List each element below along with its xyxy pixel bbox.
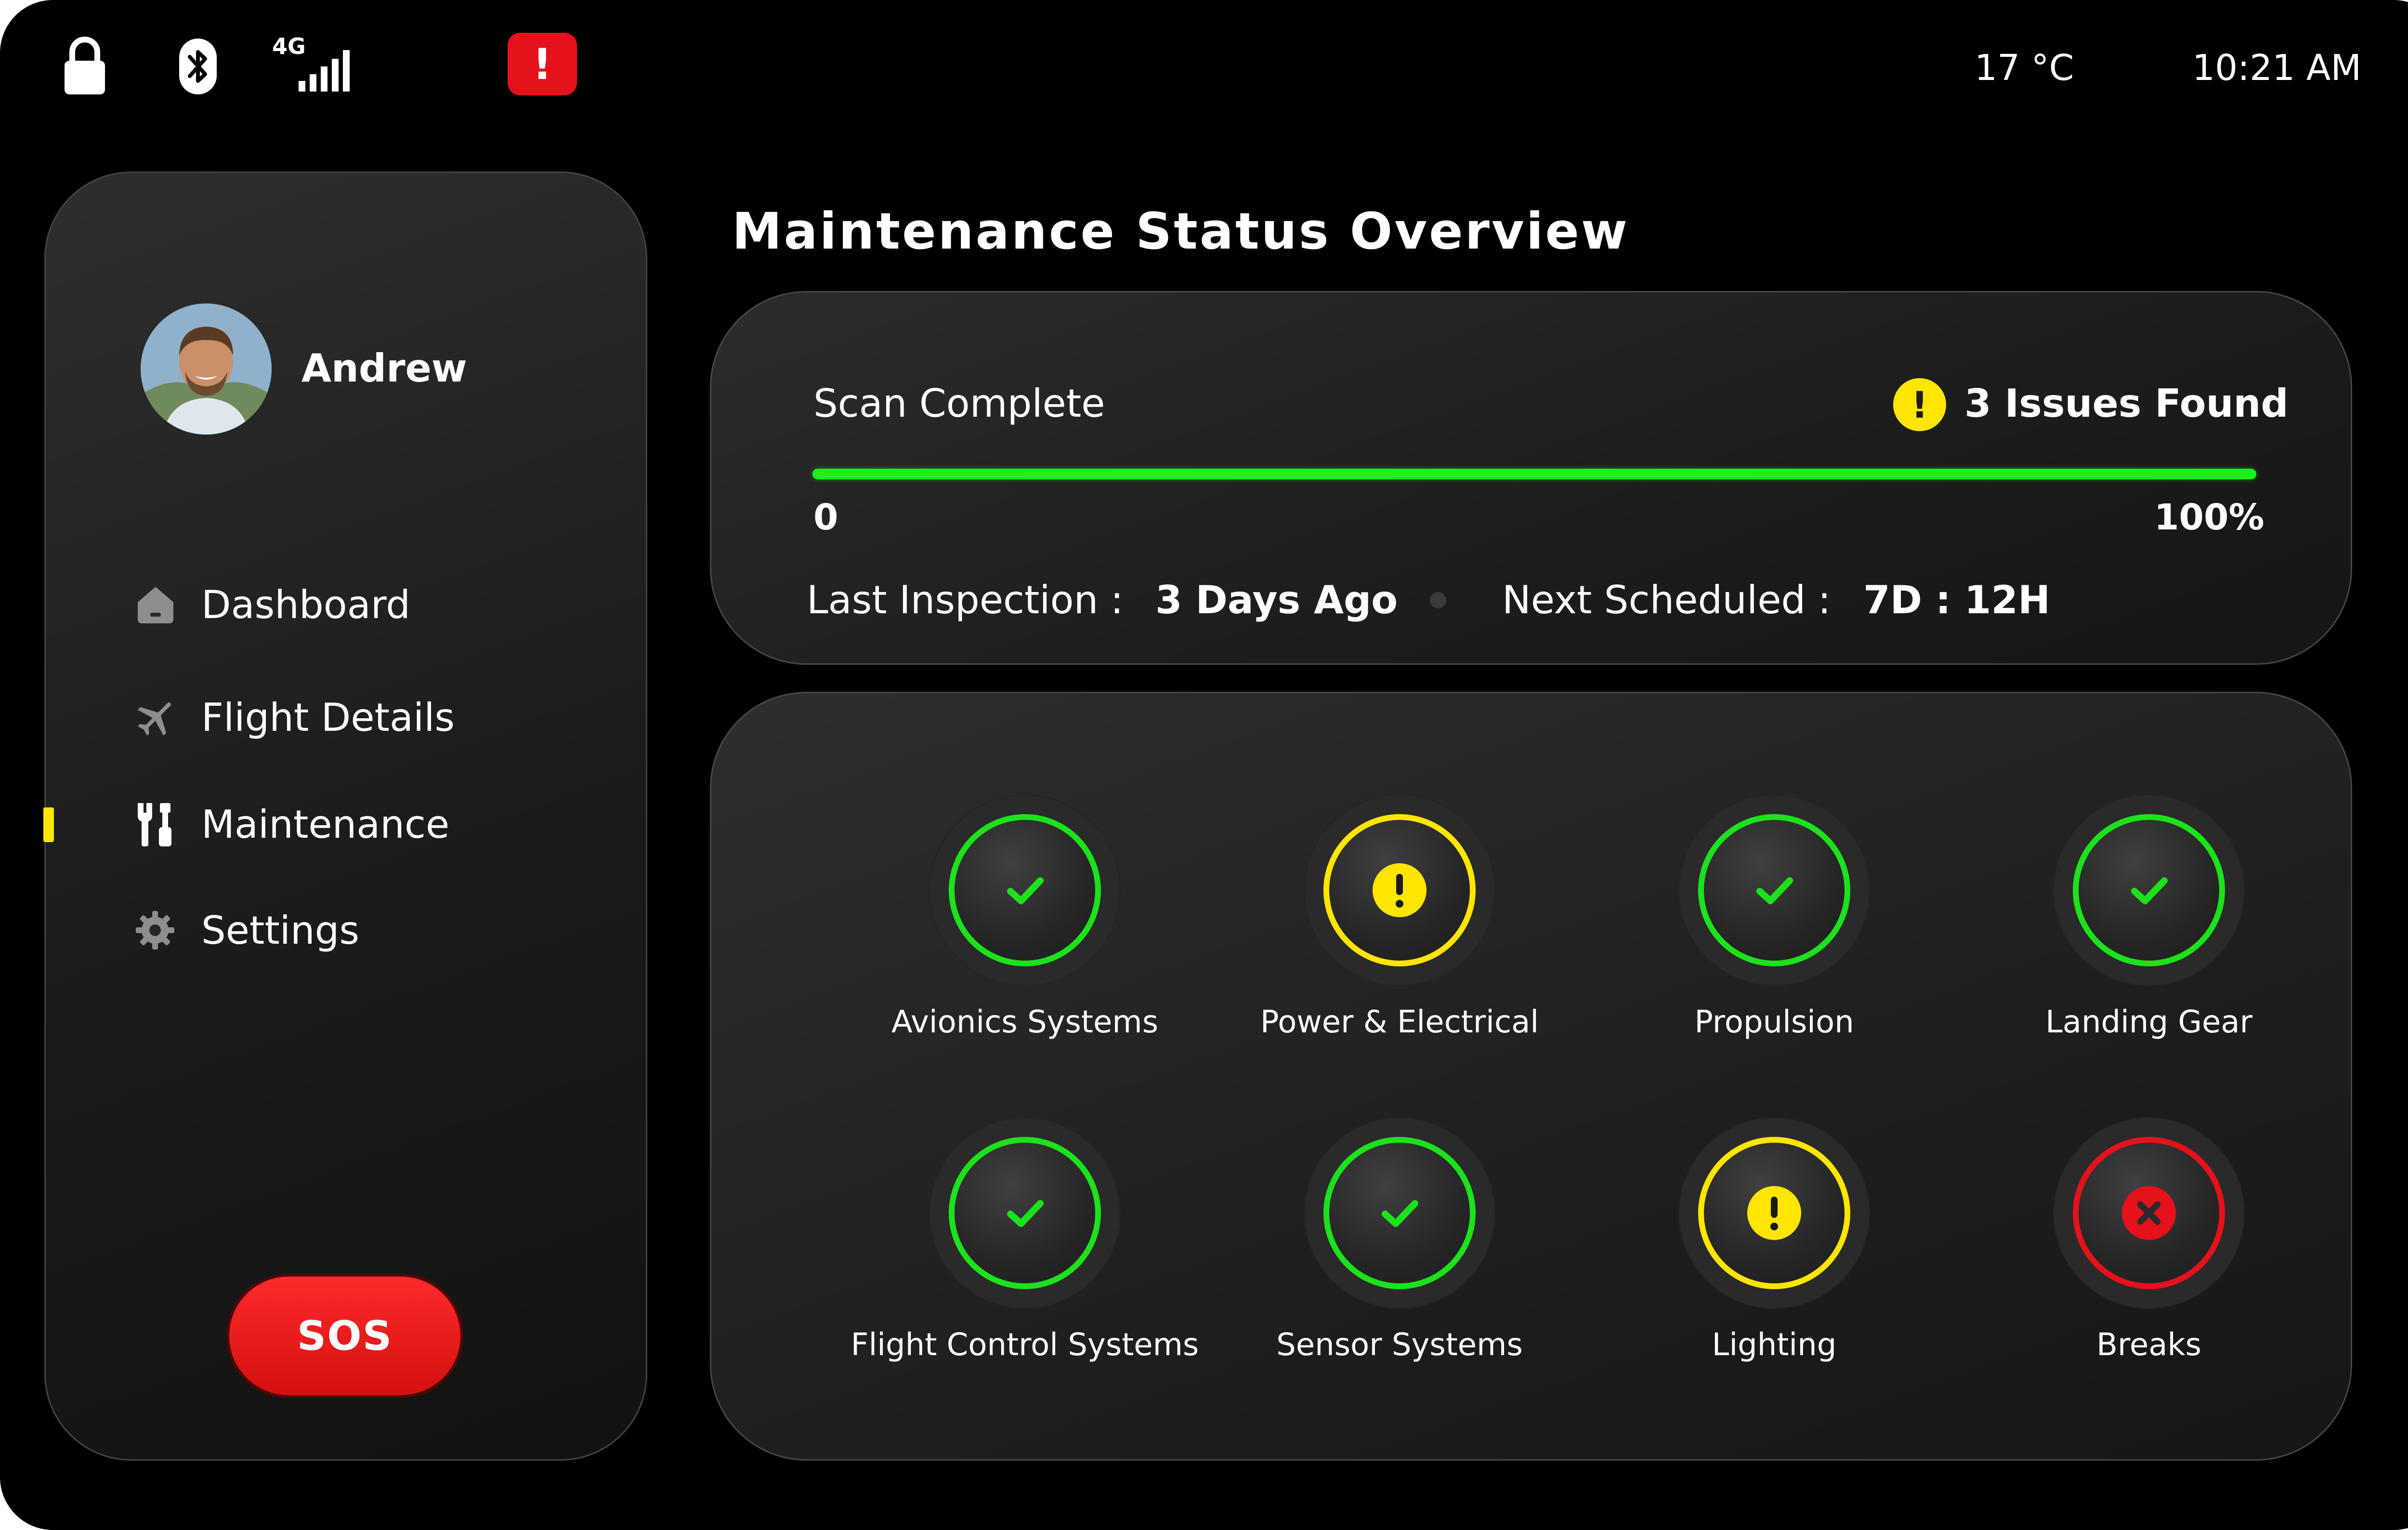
lock-icon <box>63 34 107 96</box>
next-scheduled-label: Next Scheduled : <box>1502 578 1831 622</box>
bluetooth-icon <box>178 38 218 95</box>
system-status-ring <box>929 1117 1121 1309</box>
system-status-indicator <box>1698 1137 1850 1289</box>
system-label: Power & Electrical <box>1260 1004 1539 1040</box>
system-item-power-electrical[interactable]: Power & Electrical <box>1212 794 1587 1064</box>
tools-icon <box>135 798 188 851</box>
warning-icon <box>1373 863 1426 917</box>
system-label: Lighting <box>1712 1327 1837 1363</box>
sidebar-item-label: Flight Details <box>201 695 455 740</box>
sidebar-item-label: Maintenance <box>201 802 450 847</box>
user-avatar[interactable] <box>141 303 272 435</box>
checkmark-icon <box>2126 867 2172 913</box>
last-inspection-value: 3 Days Ago <box>1155 578 1398 622</box>
system-label: Breaks <box>2096 1327 2201 1363</box>
system-status-indicator <box>949 814 1101 966</box>
progress-end-label: 100% <box>2154 497 2264 538</box>
system-item-flight-control-systems[interactable]: Flight Control Systems <box>838 1117 1212 1387</box>
system-status-indicator <box>949 1137 1101 1289</box>
user-name: Andrew <box>301 346 467 391</box>
scan-progress-bar <box>812 469 2256 479</box>
issues-found-text: 3 Issues Found <box>1964 381 2289 426</box>
system-item-breaks[interactable]: Breaks <box>1962 1117 2336 1387</box>
airplane-icon <box>135 691 188 744</box>
scan-status-text: Scan Complete <box>813 381 1105 426</box>
app-screen: 4G ! 17 °C 10:21 AM Andrew Dashboard Fli… <box>0 0 2408 1530</box>
system-item-landing-gear[interactable]: Landing Gear <box>1962 794 2336 1064</box>
system-status-indicator <box>1698 814 1850 966</box>
sidebar-item-label: Dashboard <box>201 582 411 627</box>
clock: 10:21 AM <box>2192 47 2362 89</box>
signal-icon: 4G <box>272 33 354 95</box>
system-label: Propulsion <box>1694 1004 1854 1040</box>
system-label: Avionics Systems <box>891 1004 1159 1040</box>
alert-icon[interactable]: ! <box>508 33 577 95</box>
system-item-lighting[interactable]: Lighting <box>1587 1117 1962 1387</box>
system-label: Sensor Systems <box>1276 1327 1523 1363</box>
system-label: Landing Gear <box>2045 1004 2252 1040</box>
alert-symbol: ! <box>532 39 552 89</box>
systems-status-card: Avionics Systems Power & Electrical Propul… <box>710 692 2352 1461</box>
system-status-ring <box>1678 794 1870 986</box>
checkmark-icon <box>1751 867 1797 913</box>
system-status-indicator <box>1323 814 1476 966</box>
system-status-ring <box>929 794 1121 986</box>
gear-icon <box>135 904 188 957</box>
system-status-ring <box>1678 1117 1870 1309</box>
last-inspection-label: Last Inspection : <box>807 578 1124 622</box>
next-scheduled-value: 7D : 12H <box>1863 578 2051 622</box>
system-status-indicator <box>1323 1137 1476 1289</box>
sos-button[interactable]: SOS <box>229 1277 460 1395</box>
system-status-ring <box>2053 794 2245 986</box>
separator-dot <box>1430 592 1446 608</box>
checkmark-icon <box>1002 1190 1048 1236</box>
system-item-sensor-systems[interactable]: Sensor Systems <box>1212 1117 1587 1387</box>
system-status-indicator <box>2073 814 2225 966</box>
system-status-ring <box>2053 1117 2245 1309</box>
checkmark-icon <box>1376 1190 1423 1236</box>
scan-progress-fill <box>812 469 2256 479</box>
sidebar-item-settings[interactable]: Settings <box>135 899 359 962</box>
system-item-avionics-systems[interactable]: Avionics Systems <box>838 794 1212 1064</box>
temperature-readout: 17 °C <box>1975 47 2074 89</box>
checkmark-icon <box>1002 867 1048 913</box>
sidebar-item-dashboard[interactable]: Dashboard <box>135 573 410 636</box>
error-x-icon <box>2122 1186 2176 1240</box>
system-status-ring <box>1304 794 1495 986</box>
system-label: Flight Control Systems <box>851 1327 1199 1363</box>
system-status-indicator <box>2073 1137 2225 1289</box>
sidebar-item-flight-details[interactable]: Flight Details <box>135 686 455 749</box>
sidebar-item-maintenance[interactable]: Maintenance <box>135 793 449 856</box>
home-icon <box>135 578 188 631</box>
scan-status-card: Scan Complete ! 3 Issues Found 0 100% La… <box>710 291 2352 665</box>
system-item-propulsion[interactable]: Propulsion <box>1587 794 1962 1064</box>
warning-icon: ! <box>1893 378 1946 431</box>
progress-start-label: 0 <box>813 497 838 538</box>
sidebar-item-label: Settings <box>201 908 360 953</box>
system-status-ring <box>1304 1117 1495 1309</box>
active-nav-indicator <box>43 807 54 842</box>
page-title: Maintenance Status Overview <box>732 202 1629 261</box>
warning-symbol: ! <box>1911 383 1928 426</box>
warning-icon <box>1747 1186 1801 1240</box>
